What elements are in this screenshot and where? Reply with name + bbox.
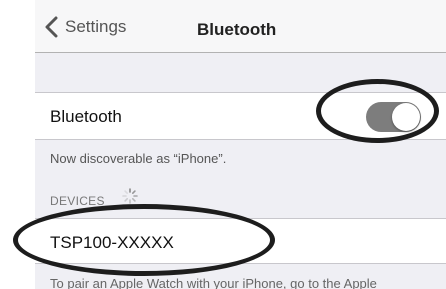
navigation-bar: Settings Bluetooth <box>35 0 446 53</box>
back-button[interactable]: Settings <box>43 15 126 39</box>
screenshot: Settings Bluetooth Bluetooth Now discove… <box>0 0 446 289</box>
device-highlight-ring <box>13 204 275 276</box>
back-label: Settings <box>65 17 127 36</box>
page-title: Bluetooth <box>197 20 277 39</box>
chevron-left-icon <box>45 16 58 38</box>
devices-footer-note: To pair an Apple Watch with your iPhone,… <box>50 276 377 289</box>
toggle-highlight-ring <box>316 79 439 143</box>
loading-spinner-icon <box>122 188 138 204</box>
bluetooth-label: Bluetooth <box>50 107 122 126</box>
discoverable-note: Now discoverable as “iPhone”. <box>50 151 227 166</box>
